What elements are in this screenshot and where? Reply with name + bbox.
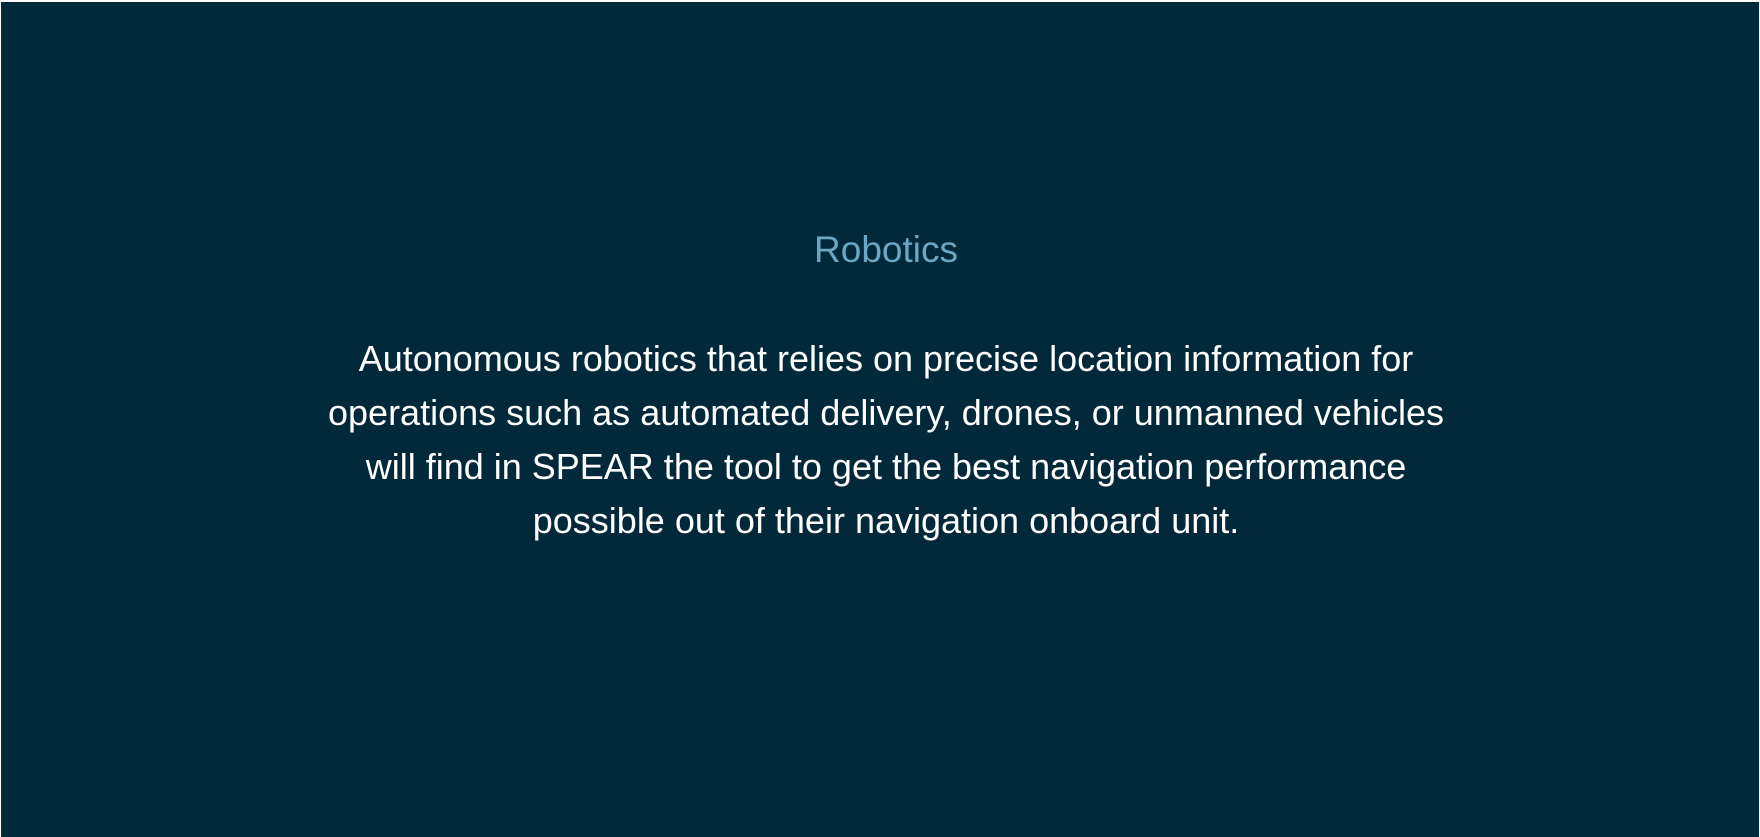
robotics-section: Robotics Autonomous robotics that relies… [1, 2, 1759, 837]
section-description: Autonomous robotics that relies on preci… [328, 338, 1444, 541]
section-title: Robotics [814, 229, 958, 270]
